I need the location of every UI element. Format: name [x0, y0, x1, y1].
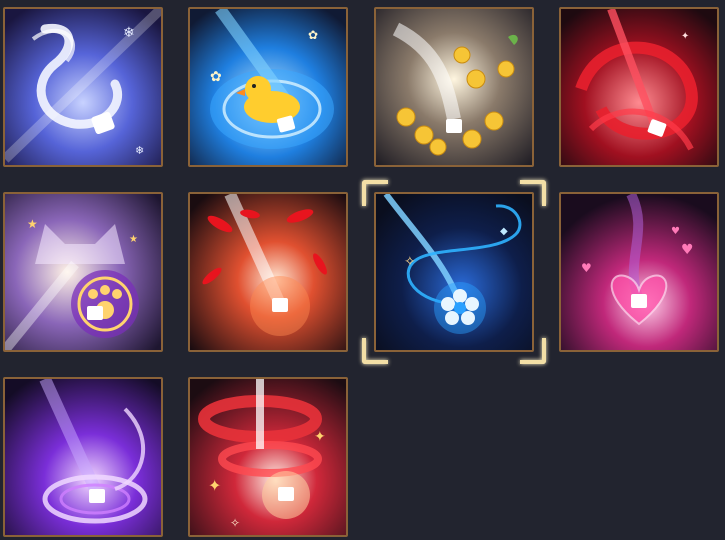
effect-tile[interactable]: ✦ ✦ ✧	[188, 377, 348, 537]
svg-text:✧: ✧	[404, 254, 416, 270]
svg-text:♥: ♥	[671, 226, 680, 237]
red-feather-burst-effect-icon	[190, 194, 346, 350]
svg-text:❄: ❄	[135, 144, 144, 157]
effect-tile[interactable]	[3, 377, 163, 537]
effect-tile[interactable]: ❄ ❄	[3, 7, 163, 167]
effect-tile[interactable]: ★ ★	[3, 192, 163, 352]
red-spiral-sparkle-effect-icon: ✦ ✦ ✧	[190, 379, 346, 535]
effect-tile[interactable]	[188, 192, 348, 352]
effect-tile[interactable]: ♥ ♥ ♥	[559, 192, 719, 352]
svg-text:❄: ❄	[123, 25, 135, 41]
svg-text:✦: ✦	[681, 31, 689, 42]
crimson-ribbon-effect-icon: ✦	[561, 9, 717, 165]
svg-text:✿: ✿	[308, 28, 318, 42]
effect-tile-selected[interactable]: ✧ ◆	[374, 192, 534, 352]
effect-tile[interactable]: ✿ ✿	[188, 7, 348, 167]
rubber-duck-splash-effect-icon: ✿ ✿	[190, 9, 346, 165]
svg-text:✧: ✧	[230, 516, 240, 530]
effect-tile[interactable]	[374, 7, 534, 167]
cat-paw-effect-icon: ★ ★	[5, 194, 161, 350]
effect-grid: ❄ ❄ ✿ ✿ ✦ ★ ★ ✧ ◆ ♥ ♥ ♥ ✦ ✦ ✧	[0, 0, 725, 540]
svg-text:◆: ◆	[500, 226, 508, 237]
svg-text:✦: ✦	[314, 429, 326, 445]
effect-tile[interactable]: ✦	[559, 7, 719, 167]
svg-text:✿: ✿	[210, 69, 222, 85]
svg-text:♥: ♥	[581, 261, 592, 275]
white-serpent-effect-icon: ❄ ❄	[5, 9, 161, 165]
blue-flower-swirl-effect-icon: ✧ ◆	[376, 194, 532, 350]
golden-blossom-effect-icon	[376, 9, 532, 165]
svg-text:★: ★	[27, 217, 38, 231]
svg-text:✦: ✦	[208, 476, 221, 495]
pink-heart-effect-icon: ♥ ♥ ♥	[561, 194, 717, 350]
svg-text:★: ★	[129, 234, 138, 245]
svg-text:♥: ♥	[681, 242, 694, 258]
violet-vortex-effect-icon	[5, 379, 161, 535]
